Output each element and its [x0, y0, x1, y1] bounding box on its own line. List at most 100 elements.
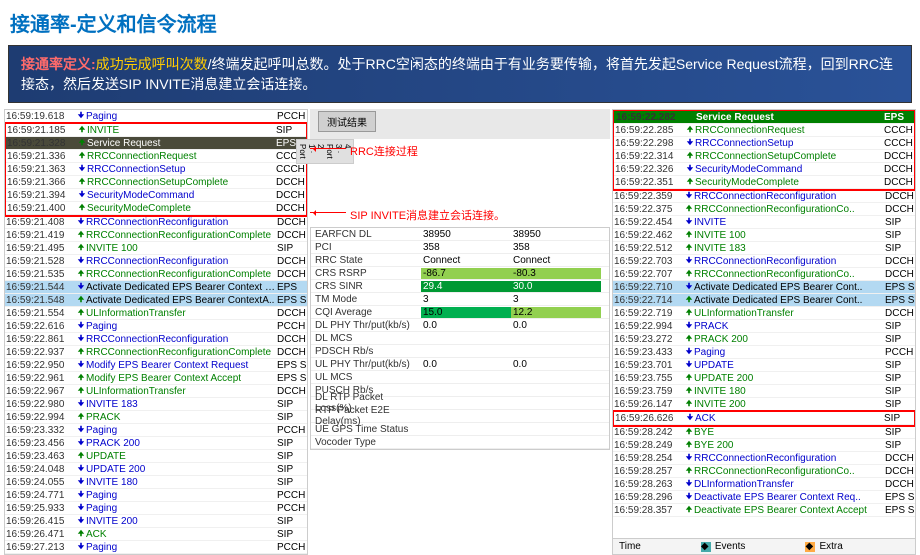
- log-row[interactable]: 16:59:22.298RRCConnectionSetupCCCH: [614, 137, 914, 150]
- log-row[interactable]: 16:59:22.994PRACKSIP: [613, 320, 915, 333]
- log-row[interactable]: 16:59:21.328Service RequestEPS: [6, 137, 306, 150]
- metric-row[interactable]: TM Mode33: [311, 293, 609, 306]
- log-row[interactable]: 16:59:28.263DLInformationTransferDCCH: [613, 478, 915, 491]
- log-row[interactable]: 16:59:22.980INVITE 183SIP: [5, 398, 307, 411]
- metric-row[interactable]: CRS SINR29.430.0: [311, 280, 609, 293]
- log-row[interactable]: 16:59:28.242BYESIP: [613, 426, 915, 439]
- metric-row[interactable]: CQI Average15.012.2: [311, 306, 609, 319]
- log-row[interactable]: 16:59:21.366RRCConnectionSetupCompleteDC…: [6, 176, 306, 189]
- log-row[interactable]: 16:59:28.249BYE 200SIP: [613, 439, 915, 452]
- log-row[interactable]: 16:59:22.861RRCConnectionReconfiguration…: [5, 333, 307, 346]
- log-row[interactable]: 16:59:21.535RRCConnectionReconfiguration…: [5, 268, 307, 281]
- log-row[interactable]: 16:59:23.456PRACK 200SIP: [5, 437, 307, 450]
- arrow-down-icon: [685, 256, 693, 264]
- metric-row[interactable]: RRC StateConnectConnect: [311, 254, 609, 267]
- log-row[interactable]: 16:59:22.994PRACKSIP: [5, 411, 307, 424]
- metric-row[interactable]: RTP Packet E2E Delay(ms): [311, 410, 609, 423]
- log-row[interactable]: 16:59:28.357Deactivate EPS Bearer Contex…: [613, 504, 915, 517]
- metric-row[interactable]: EARFCN DL3895038950: [311, 228, 609, 241]
- metric-row[interactable]: PDSCH Rb/s: [311, 345, 609, 358]
- log-row[interactable]: 16:59:23.755UPDATE 200SIP: [613, 372, 915, 385]
- log-row[interactable]: 16:59:24.048UPDATE 200SIP: [5, 463, 307, 476]
- log-row[interactable]: 16:59:21.495INVITE 100SIP: [5, 242, 307, 255]
- log-row[interactable]: 16:59:28.257RRCConnectionReconfiguration…: [613, 465, 915, 478]
- metric-key: UE GPS Time Status: [311, 424, 421, 435]
- log-row[interactable]: 16:59:22.282Service RequestEPS: [614, 111, 914, 124]
- log-row[interactable]: 16:59:22.462INVITE 100SIP: [613, 229, 915, 242]
- footer-time[interactable]: Time: [619, 541, 641, 552]
- log-row[interactable]: 16:59:19.618PagingPCCH: [5, 110, 307, 123]
- log-row[interactable]: 16:59:22.285RRCConnectionRequestCCCH: [614, 124, 914, 137]
- log-row[interactable]: 16:59:26.147INVITE 200SIP: [613, 398, 915, 411]
- log-row[interactable]: 16:59:22.454INVITESIP: [613, 216, 915, 229]
- log-row[interactable]: 16:59:22.616PagingPCCH: [5, 320, 307, 333]
- channel: SIP: [884, 413, 914, 424]
- log-row[interactable]: 16:59:22.351SecurityModeCompleteDCCH: [614, 176, 914, 189]
- log-row[interactable]: 16:59:21.394SecurityModeCommandDCCH: [6, 189, 306, 202]
- message: RRCConnectionReconfiguration: [694, 256, 885, 267]
- log-row[interactable]: 16:59:21.400SecurityModeCompleteDCCH: [6, 202, 306, 215]
- log-row[interactable]: 16:59:21.548Activate Dedicated EPS Beare…: [5, 294, 307, 307]
- log-row[interactable]: 16:59:22.937RRCConnectionReconfiguration…: [5, 346, 307, 359]
- log-row[interactable]: 16:59:23.433PagingPCCH: [613, 346, 915, 359]
- log-row[interactable]: 16:59:28.254RRCConnectionReconfiguration…: [613, 452, 915, 465]
- log-row[interactable]: 16:59:23.701UPDATESIP: [613, 359, 915, 372]
- metric-row[interactable]: Vocoder Type: [311, 436, 609, 449]
- timestamp: 16:59:22.980: [6, 399, 76, 410]
- log-row[interactable]: 16:59:21.528RRCConnectionReconfiguration…: [5, 255, 307, 268]
- message: Deactivate EPS Bearer Context Accept: [694, 505, 885, 516]
- log-row[interactable]: 16:59:22.707RRCConnectionReconfiguration…: [613, 268, 915, 281]
- log-row[interactable]: 16:59:22.326SecurityModeCommandDCCH: [614, 163, 914, 176]
- log-row[interactable]: 16:59:22.314RRCConnectionSetupCompleteDC…: [614, 150, 914, 163]
- metric-row[interactable]: CRS RSRP-86.7-80.3: [311, 267, 609, 280]
- right-signaling-log[interactable]: 16:59:22.282Service RequestEPS16:59:22.2…: [613, 110, 915, 526]
- log-row[interactable]: 16:59:22.703RRCConnectionReconfiguration…: [613, 255, 915, 268]
- log-row[interactable]: 16:59:21.185INVITESIP: [6, 124, 306, 137]
- log-row[interactable]: 16:59:24.055INVITE 180SIP: [5, 476, 307, 489]
- log-row[interactable]: 16:59:26.471ACKSIP: [5, 528, 307, 541]
- log-row[interactable]: 16:59:27.213PagingPCCH: [5, 541, 307, 554]
- log-row[interactable]: 16:59:21.554ULInformationTransferDCCH: [5, 307, 307, 320]
- log-row[interactable]: 16:59:25.933PagingPCCH: [5, 502, 307, 515]
- timestamp: 16:59:28.257: [614, 466, 684, 477]
- metrics-table[interactable]: EARFCN DL3895038950PCI358358RRC StateCon…: [310, 227, 610, 450]
- metric-val1: 38950: [421, 229, 511, 240]
- log-row[interactable]: 16:59:22.961Modify EPS Bearer Context Ac…: [5, 372, 307, 385]
- metric-row[interactable]: UE GPS Time Status: [311, 423, 609, 436]
- log-row[interactable]: 16:59:26.415INVITE 200SIP: [5, 515, 307, 528]
- footer-events[interactable]: ◆Events: [701, 541, 746, 552]
- footer-extra[interactable]: ◆Extra: [805, 541, 842, 552]
- log-row[interactable]: 16:59:21.544Activate Dedicated EPS Beare…: [5, 281, 307, 294]
- log-row[interactable]: 16:59:22.359RRCConnectionReconfiguration…: [613, 190, 915, 203]
- tab-results[interactable]: 测试结果: [318, 111, 376, 132]
- channel: SIP: [277, 438, 307, 449]
- log-row[interactable]: 16:59:28.296Deactivate EPS Bearer Contex…: [613, 491, 915, 504]
- log-row[interactable]: 16:59:21.363RRCConnectionSetupCCCH: [6, 163, 306, 176]
- log-row[interactable]: 16:59:22.710Activate Dedicated EPS Beare…: [613, 281, 915, 294]
- log-row[interactable]: 16:59:22.375RRCConnectionReconfiguration…: [613, 203, 915, 216]
- log-row[interactable]: 16:59:22.950Modify EPS Bearer Context Re…: [5, 359, 307, 372]
- metric-row[interactable]: UL PHY Thr/put(kb/s)0.00.0: [311, 358, 609, 371]
- left-signaling-log[interactable]: 16:59:19.618PagingPCCH16:59:21.185INVITE…: [4, 109, 308, 555]
- log-row[interactable]: 16:59:23.332PagingPCCH: [5, 424, 307, 437]
- metric-row[interactable]: PCI358358: [311, 241, 609, 254]
- log-row[interactable]: 16:59:22.714Activate Dedicated EPS Beare…: [613, 294, 915, 307]
- log-row[interactable]: 16:59:23.759INVITE 180SIP: [613, 385, 915, 398]
- log-row[interactable]: 16:59:26.626ACKSIP: [614, 412, 914, 425]
- metric-row[interactable]: DL MCS: [311, 332, 609, 345]
- arrow-down-icon: [77, 360, 85, 368]
- log-row[interactable]: 16:59:23.272PRACK 200SIP: [613, 333, 915, 346]
- log-row[interactable]: 16:59:21.408RRCConnectionReconfiguration…: [5, 216, 307, 229]
- message: INVITE 180: [86, 477, 277, 488]
- log-row[interactable]: 16:59:22.719ULInformationTransferDCCH: [613, 307, 915, 320]
- arrow-up-icon: [685, 373, 693, 381]
- metric-row[interactable]: UL MCS: [311, 371, 609, 384]
- metric-row[interactable]: DL PHY Thr/put(kb/s)0.00.0: [311, 319, 609, 332]
- log-row[interactable]: 16:59:22.967ULInformationTransferDCCH: [5, 385, 307, 398]
- log-row[interactable]: 16:59:23.463UPDATESIP: [5, 450, 307, 463]
- log-row[interactable]: 16:59:24.771PagingPCCH: [5, 489, 307, 502]
- metric-val2: 30.0: [511, 281, 601, 292]
- log-row[interactable]: 16:59:21.419RRCConnectionReconfiguration…: [5, 229, 307, 242]
- log-row[interactable]: 16:59:21.336RRCConnectionRequestCCCH: [6, 150, 306, 163]
- log-row[interactable]: 16:59:22.512INVITE 183SIP: [613, 242, 915, 255]
